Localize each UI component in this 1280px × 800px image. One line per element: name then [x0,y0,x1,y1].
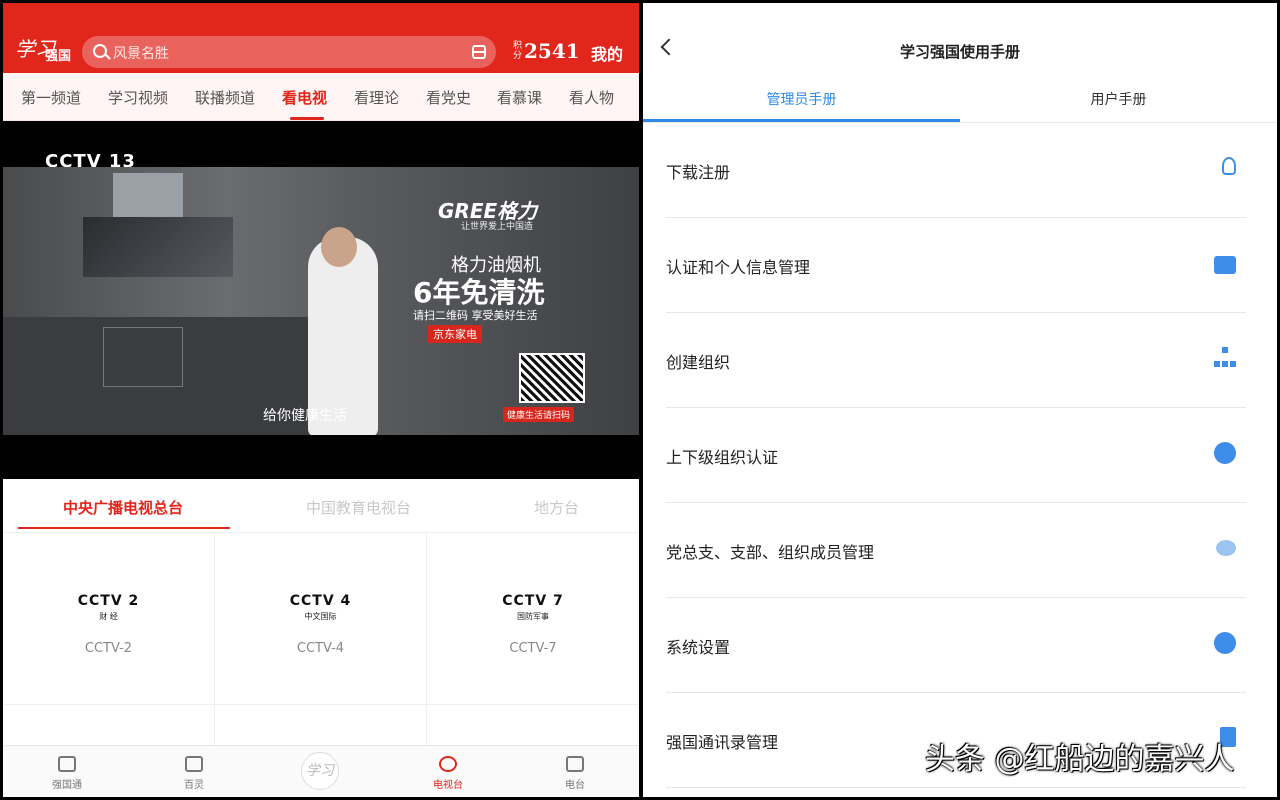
station-logo-sub: 国防军事 [517,612,549,621]
tab-channel[interactable]: 看党史 [426,87,471,108]
menu-item-org-verify[interactable]: 上下级组织认证 [666,408,1246,503]
channel-tabs: 第一频道 学习视频 联播频道 看电视 看理论 看党史 看慕课 看人物 [3,73,639,121]
bottom-nav: 强国通 百灵 学习 电视台 电台 [3,745,639,797]
qr-code-image [519,353,585,403]
nav-label: 电视台 [433,780,463,791]
tab-channel[interactable]: 第一频道 [21,87,81,108]
tab-local[interactable]: 地方台 [534,497,579,518]
menu-item-label: 下载注册 [666,163,731,182]
top-bar: 学习 强国 风景名胜 积分 2541 我的 [3,3,639,73]
menu-item-download-register[interactable]: 下载注册 [666,123,1246,218]
menu-item-label: 强国通讯录管理 [666,733,779,752]
broadcaster-tabs: 中央广播电视总台 中国教育电视台 地方台 [3,479,639,533]
video-player[interactable]: CCTV 13 新 闻 GREE格力 让世界爱上中国造 格力油烟机 6年免清洗 … [3,121,639,479]
station-card-partial[interactable] [427,705,639,747]
station-logo: CCTV 4 [289,593,352,609]
tab-user-manual[interactable]: 用户手册 [960,89,1277,109]
search-placeholder: 风景名胜 [113,46,169,62]
mine-button[interactable]: 我的 [591,41,623,65]
chat-icon [58,756,76,772]
range-hood-image [113,173,183,223]
menu-item-label: 上下级组织认证 [666,448,779,467]
menu-item-member-mgmt[interactable]: 党总支、支部、组织成员管理 [666,503,1246,598]
ad-headline-2: 6年免清洗 [413,276,545,309]
gear-icon [1214,632,1236,654]
station-logo: CCTV 7 [502,593,564,609]
app-logo-sub: 强国 [45,49,72,64]
tv-play-icon [439,756,457,772]
video-frame: GREE格力 让世界爱上中国造 格力油烟机 6年免清洗 请扫二维码 享受美好生活… [3,167,639,435]
id-card-icon [1214,256,1236,274]
station-name: CCTV-7 [509,641,557,656]
tab-channel[interactable]: 学习视频 [108,87,168,108]
scan-icon[interactable] [472,45,486,59]
station-name: CCTV-2 [84,641,133,656]
ad-slogan: 给你健康生活 [263,408,347,424]
gree-tagline: 让世界爱上中国造 [461,222,534,232]
menu-item-label: 创建组织 [666,353,731,372]
tab-channel[interactable]: 看慕课 [497,87,542,108]
group-icon [1216,540,1236,556]
points-value[interactable]: 2541 [524,39,580,63]
tab-channel[interactable]: 看理论 [354,87,399,108]
nav-item-qiangguotong[interactable]: 强国通 [27,750,107,791]
org-chart-icon [1214,347,1236,369]
xuexi-tv-screen: 学习 强国 风景名胜 积分 2541 我的 第一频道 学习视频 联播频道 看电视… [3,3,639,797]
jd-tag: 京东家电 [428,325,482,343]
station-grid: CCTV 2 财 经 CCTV-2 CCTV 4 中文国际 CCTV-4 CCT… [3,533,639,747]
tab-channel-active[interactable]: 看电视 [282,87,327,108]
nav-label: 百灵 [184,780,204,791]
menu-item-label: 系统设置 [666,638,731,657]
nav-item-radio[interactable]: 电台 [535,750,615,791]
verified-badge-icon [1214,442,1236,464]
active-tab-indicator [643,119,960,122]
nav-item-bailing[interactable]: 百灵 [154,750,234,791]
active-tab-indicator [290,117,324,120]
manual-screen: 学习强国使用手册 管理员手册 用户手册 下载注册 认证和个人信息管理 创建组织 … [643,3,1277,797]
tab-channel[interactable]: 联播频道 [195,87,255,108]
tab-cmg[interactable]: 中央广播电视总台 [63,497,183,518]
station-card-partial[interactable] [215,705,427,747]
search-icon [93,44,107,58]
menu-item-auth-profile[interactable]: 认证和个人信息管理 [666,218,1246,313]
search-bar[interactable]: 风景名胜 [82,36,496,68]
station-logo-sub: 中文国际 [304,612,337,621]
points-label: 积分 [513,41,523,61]
user-icon [1222,157,1236,175]
play-list-icon [185,756,203,772]
drawer-image [103,327,183,387]
radio-icon [566,756,584,772]
station-card[interactable]: CCTV 2 财 经 CCTV-2 [3,533,215,705]
header: 学习强国使用手册 [643,3,1277,73]
ad-headline-3: 请扫二维码 享受美好生活 [413,309,538,322]
watermark: 头条 @红船边的嘉兴人 [925,742,1235,777]
range-hood-body-image [83,217,233,277]
active-subtab-indicator [18,527,230,529]
station-card-partial[interactable] [3,705,215,747]
home-logo-icon[interactable]: 学习 [301,752,339,790]
nav-label: 电台 [565,780,585,791]
tab-cetv[interactable]: 中国教育电视台 [306,497,411,518]
station-logo-sub: 财 经 [99,612,118,621]
nav-item-tv[interactable]: 电视台 [408,750,488,791]
menu-item-label: 党总支、支部、组织成员管理 [666,543,875,562]
screenshot-frame: 学习 强国 风景名胜 积分 2541 我的 第一频道 学习视频 联播频道 看电视… [0,0,1280,800]
station-name: CCTV-4 [296,641,345,656]
station-logo: CCTV 2 [77,593,140,609]
nav-label: 强国通 [52,780,82,791]
menu-item-create-org[interactable]: 创建组织 [666,313,1246,408]
station-card[interactable]: CCTV 4 中文国际 CCTV-4 [215,533,427,705]
station-card[interactable]: CCTV 7 国防军事 CCTV-7 [427,533,639,705]
manual-tabs: 管理员手册 用户手册 [643,73,1277,123]
menu-item-settings[interactable]: 系统设置 [666,598,1246,693]
qr-caption: 健康生活请扫码 [503,407,575,422]
tab-channel[interactable]: 看人物 [569,87,614,108]
tab-admin-manual[interactable]: 管理员手册 [643,89,960,109]
menu-item-label: 认证和个人信息管理 [666,258,811,277]
presenter-head-image [321,227,357,267]
page-title: 学习强国使用手册 [899,43,1020,61]
